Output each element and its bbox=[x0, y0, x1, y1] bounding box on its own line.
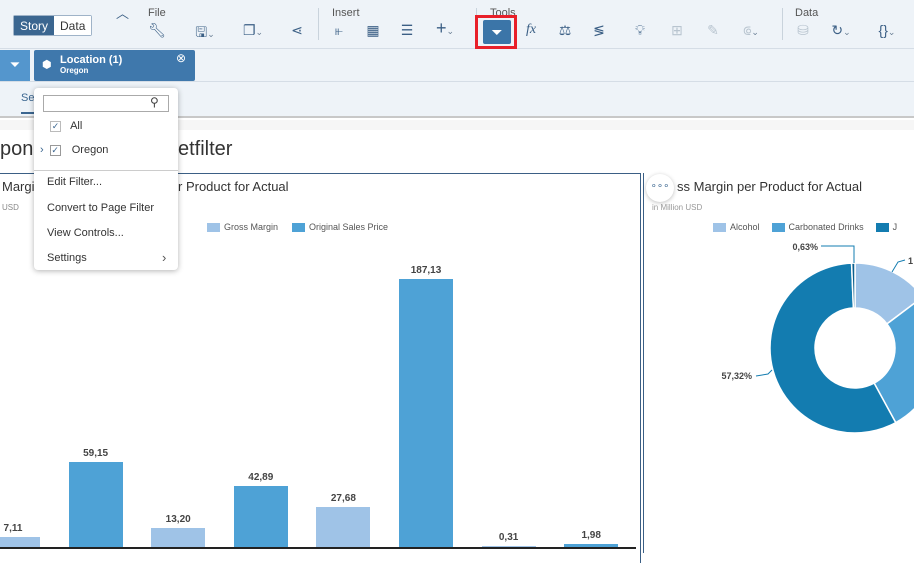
bar-chart-unit: USD bbox=[2, 203, 19, 212]
story-data-switch: Story Data bbox=[13, 15, 93, 36]
leader-line bbox=[821, 245, 855, 263]
bar-value-label: 0,31 bbox=[498, 532, 519, 543]
toolbar: Story Data ︿ File 🔧︎⌄ 🖫⌄ ❐⌄ ⋖ Insert ⫦ ▦… bbox=[0, 0, 914, 54]
table-icon[interactable]: ▦ bbox=[362, 22, 384, 39]
smart-insights-icon[interactable]: 💡︎ bbox=[626, 22, 654, 39]
bar-value-label: 27,68 bbox=[330, 493, 356, 505]
legend-gross-margin: Gross Margin bbox=[207, 222, 278, 233]
leader-line bbox=[891, 259, 906, 273]
bar-value-label: 13,20 bbox=[165, 514, 191, 526]
bar-chart-title: Margi bbox=[2, 179, 35, 194]
chart-icon[interactable]: ⫦ bbox=[328, 22, 350, 39]
bar[interactable] bbox=[0, 536, 40, 547]
leader-line bbox=[755, 369, 773, 377]
chip-value: Oregon bbox=[60, 66, 89, 75]
pie-chart-title: ss Margin per Product for Actual bbox=[677, 179, 862, 194]
bar-value-label: 187,13 bbox=[410, 265, 442, 276]
filter-button[interactable]: ⏷ bbox=[483, 20, 511, 44]
bar-legend: Gross Margin Original Sales Price bbox=[207, 222, 388, 233]
bar[interactable] bbox=[399, 279, 453, 547]
story-tab[interactable]: Story bbox=[14, 16, 55, 35]
divider bbox=[782, 8, 783, 40]
menu-divider bbox=[34, 170, 178, 171]
bar-value-label: 42,89 bbox=[248, 471, 274, 483]
bar-value-label: 7,11 bbox=[3, 522, 23, 534]
divider bbox=[318, 8, 319, 40]
pie-chart-unit: in Million USD bbox=[652, 203, 703, 212]
save-icon[interactable]: 🖫⌄ bbox=[194, 22, 216, 46]
donut-chart: 0,63% 57,32% 1 bbox=[721, 242, 914, 434]
menu-convert-page-filter[interactable]: Convert to Page Filter bbox=[47, 202, 154, 214]
group-data: Data bbox=[795, 7, 819, 19]
expand-icon[interactable]: › bbox=[40, 144, 44, 156]
collapse-icon[interactable]: ︿ bbox=[116, 3, 129, 22]
slice-label: 0,63% bbox=[792, 242, 818, 252]
location-filter-chip[interactable]: ⬢ Location (1) Oregon ⊗ bbox=[34, 50, 195, 81]
bar[interactable] bbox=[233, 485, 288, 547]
bar[interactable] bbox=[151, 528, 206, 547]
checkbox-oregon[interactable]: ✓ bbox=[49, 144, 61, 156]
edit-icon: ✎ bbox=[707, 22, 719, 38]
submenu-chevron-icon: › bbox=[162, 250, 167, 265]
link-icon: ⟃⌄ bbox=[743, 22, 759, 38]
menu-view-controls[interactable]: View Controls... bbox=[47, 227, 124, 239]
menu-settings[interactable]: Settings bbox=[47, 252, 87, 264]
bar-chart-title-end: r Product for Actual bbox=[178, 179, 289, 194]
compare-icon[interactable]: ≶ bbox=[588, 22, 610, 39]
bar-value-label: 1,98 bbox=[581, 530, 601, 542]
legend-original-sales-price: Original Sales Price bbox=[292, 222, 388, 233]
filter-item-oregon[interactable]: › ✓ Oregon bbox=[40, 144, 108, 156]
bar[interactable] bbox=[316, 507, 371, 547]
menu-edit-filter[interactable]: Edit Filter... bbox=[47, 176, 102, 188]
chip-title: Location (1) bbox=[60, 54, 123, 66]
x-axis bbox=[0, 547, 636, 549]
formula-icon[interactable]: fx bbox=[520, 22, 542, 38]
filter-bar: ⏷ ⬢ Location (1) Oregon ⊗ bbox=[0, 49, 914, 82]
braces-icon[interactable]: {}⌄ bbox=[876, 22, 898, 38]
more-options-button[interactable]: ∘∘∘ bbox=[646, 174, 674, 202]
search-icon: ⚲ bbox=[150, 95, 159, 109]
add-icon[interactable]: +⌄ bbox=[434, 18, 456, 39]
dimension-icon: ⬢ bbox=[42, 59, 52, 71]
page-title-end: etfilter bbox=[178, 138, 233, 160]
group-file: File bbox=[148, 7, 166, 19]
input-control-icon[interactable]: ☰ bbox=[396, 22, 418, 39]
page-title: pon bbox=[0, 138, 34, 160]
share-icon[interactable]: ⋖ bbox=[286, 22, 308, 39]
bar[interactable] bbox=[68, 462, 123, 547]
remove-filter-icon[interactable]: ⊗ bbox=[176, 51, 186, 65]
filter-item-all[interactable]: ✓ All bbox=[50, 120, 82, 132]
scale-icon[interactable]: ⚖ bbox=[554, 22, 576, 39]
lock-icon: ⊞ bbox=[671, 22, 683, 38]
refresh-icon[interactable]: ↻⌄ bbox=[830, 22, 852, 39]
data-source-icon: ⛁ bbox=[797, 22, 809, 38]
filter-menu: ⚲ ✓ All › ✓ Oregon Edit Filter... Convert… bbox=[34, 88, 178, 270]
checkbox-all[interactable]: ✓ bbox=[50, 120, 61, 132]
slice-label: 57,32% bbox=[721, 371, 752, 381]
slice-label: 1 bbox=[908, 256, 913, 266]
add-filter-button[interactable]: ⏷ bbox=[0, 50, 30, 81]
bar-value-label: 59,15 bbox=[83, 448, 109, 460]
group-insert: Insert bbox=[332, 7, 360, 19]
data-tab[interactable]: Data bbox=[54, 16, 92, 35]
copy-icon[interactable]: ❐⌄ bbox=[242, 22, 264, 39]
